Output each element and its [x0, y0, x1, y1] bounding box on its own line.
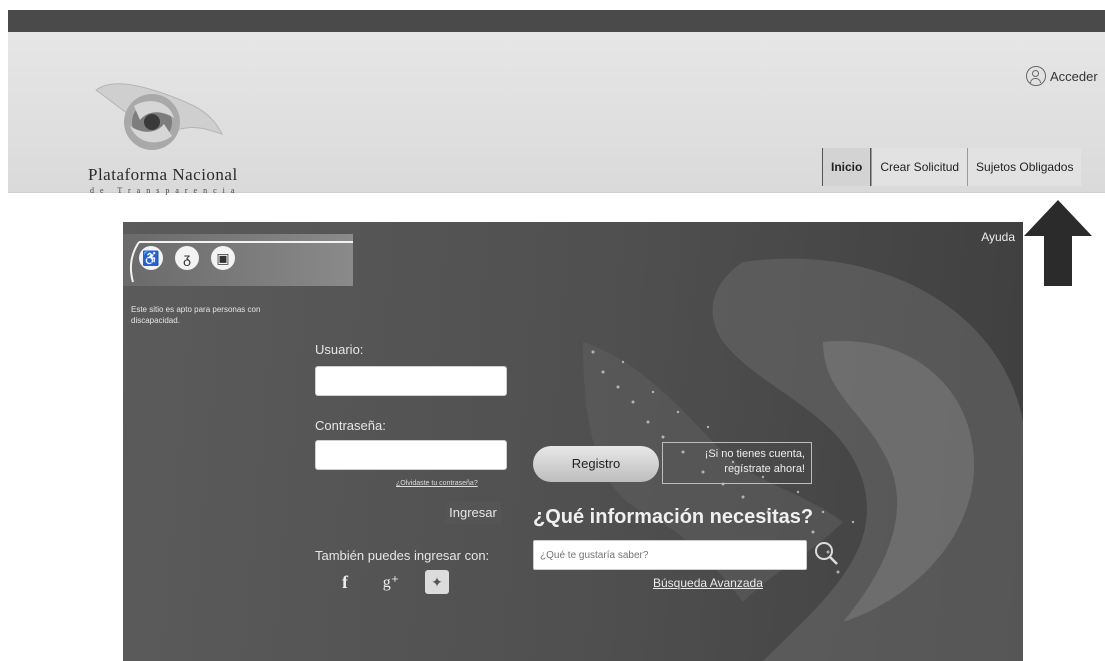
nav-item-inicio[interactable]: Inicio [822, 148, 872, 186]
up-arrow-icon [1024, 200, 1092, 286]
search-icon[interactable] [813, 540, 839, 566]
forgot-password-link[interactable]: ¿Olvidaste tu contraseña? [396, 480, 478, 487]
google-plus-icon[interactable]: g⁺ [379, 570, 403, 594]
hero-background-art [583, 258, 1023, 661]
user-icon [1026, 66, 1046, 86]
top-bar [8, 10, 1105, 32]
image-accessibility-icon[interactable]: ▣ [211, 246, 235, 270]
search-title: ¿Qué información necesitas? [533, 506, 814, 528]
accessibility-panel: ♿ ᵹ ▣ [123, 234, 353, 286]
registro-note-line2: regístrate ahora! [724, 463, 805, 475]
busqueda-avanzada-link[interactable]: Búsqueda Avanzada [653, 576, 763, 590]
search-box [533, 540, 807, 570]
registro-button[interactable]: Registro [533, 446, 659, 482]
facebook-icon[interactable]: f [333, 570, 357, 594]
search-input[interactable] [534, 541, 806, 569]
wheelchair-icon[interactable]: ♿ [139, 246, 163, 270]
accessibility-note: Este sitio es apto para personas con dis… [131, 305, 261, 325]
password-label: Contraseña: [315, 418, 386, 433]
registro-note[interactable]: ¡Si no tienes cuenta, regístrate ahora! [662, 442, 812, 484]
nav-item-sujetos-obligados[interactable]: Sujetos Obligados [967, 148, 1082, 186]
ingresar-button[interactable]: Ingresar [445, 502, 501, 524]
nav-item-crear-solicitud[interactable]: Crear Solicitud [871, 148, 968, 186]
main-nav: Inicio Crear Solicitud Sujetos Obligados [822, 148, 1082, 186]
acceder-link[interactable]: Acceder [1026, 66, 1098, 86]
usuario-field[interactable] [315, 366, 507, 396]
logo-mark [95, 83, 223, 150]
social-login-label: También puedes ingresar con: [315, 548, 490, 563]
brand-title: Plataforma Nacional [88, 165, 238, 184]
brand: Plataforma Nacional de Transparencia [88, 165, 240, 195]
hero-panel: ♿ ᵹ ▣ Este sitio es apto para personas c… [123, 222, 1023, 661]
password-field[interactable] [315, 440, 507, 470]
brand-subtitle: de Transparencia [90, 186, 241, 195]
registro-note-line1: ¡Si no tienes cuenta, [704, 448, 805, 460]
twitter-icon[interactable]: ✦ [425, 570, 449, 594]
usuario-label: Usuario: [315, 342, 364, 357]
hearing-icon[interactable]: ᵹ [175, 246, 199, 270]
social-login: f g⁺ ✦ [333, 570, 449, 594]
acceder-label: Acceder [1050, 68, 1098, 84]
ayuda-link[interactable]: Ayuda [981, 230, 1015, 244]
